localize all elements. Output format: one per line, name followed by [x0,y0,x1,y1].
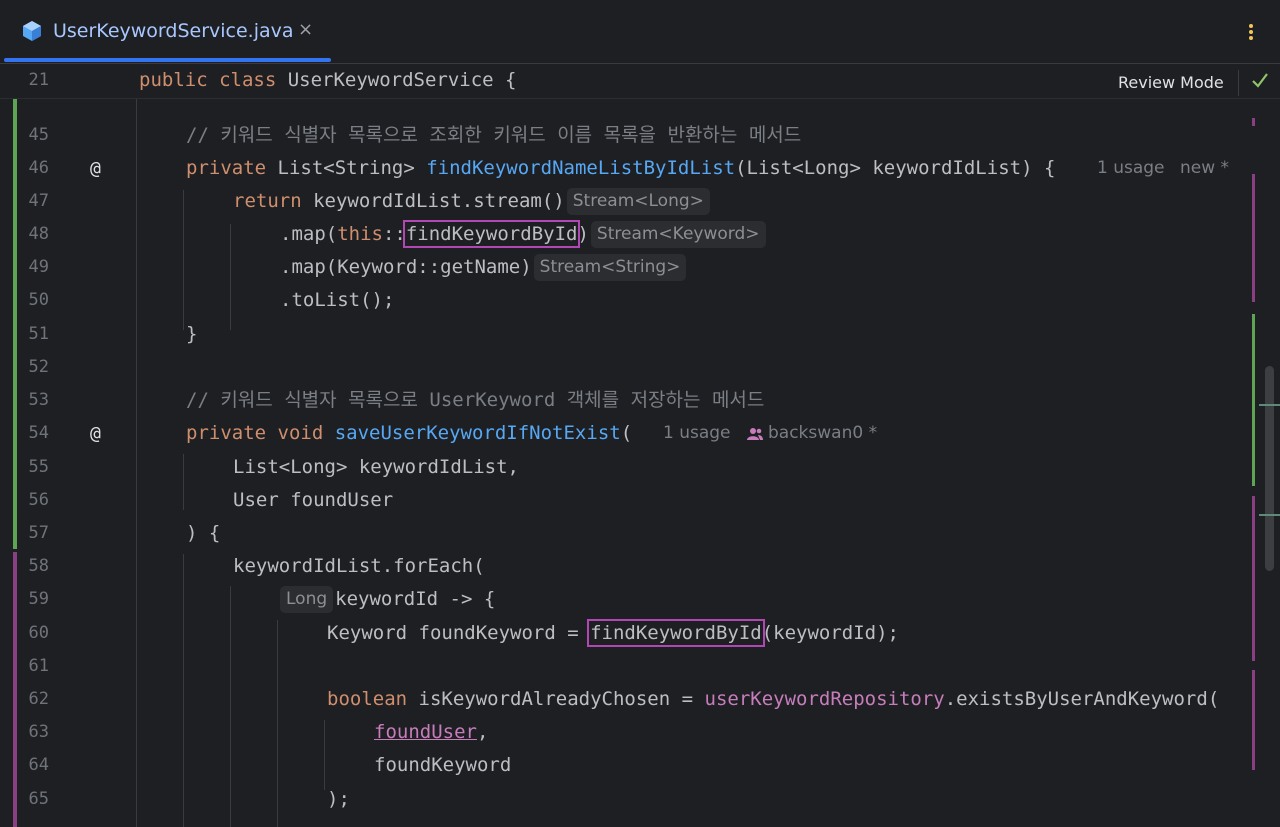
code-line: 53 // 키워드 식별자 목록으로 UserKeyword 객체를 저장하는 … [28,389,765,411]
highlighted-method-ref: findKeywordById [402,220,581,248]
code-line: 61 [28,656,49,676]
code-line: 50 .toList(); [28,289,395,311]
code-line: 60 Keyword foundKeyword = findKeywordByI… [28,619,899,647]
editor-tab-bar: UserKeywordService.java × [0,0,1280,64]
code-line: 59 Long keywordId -> { [0,583,1280,616]
type-hint: Stream<Keyword> [590,221,766,248]
code-line: 51 } [28,323,198,345]
code-line: 63 foundUser, [28,721,489,743]
code-line: 65 ); [28,788,350,810]
active-tab-indicator [4,58,331,62]
more-options-icon[interactable] [1244,22,1258,42]
author-hint[interactable]: backswan0 * [768,417,877,450]
highlighted-method-call: findKeywordById [587,619,765,647]
tab-title: UserKeywordService.java [53,20,294,42]
check-icon[interactable] [1250,70,1270,90]
override-marker[interactable]: @ [90,417,101,450]
code-line: 55 List<Long> keywordIdList, [28,456,519,478]
usage-hint[interactable]: 1 usage [663,417,731,450]
code-line: 45 // 키워드 식별자 목록으로 조회한 키워드 이름 목록을 반환하는 메… [28,124,802,146]
code-line: 62 boolean isKeywordAlreadyChosen = user… [28,688,1220,710]
code-line: 57 ) { [28,522,221,544]
type-hint: Stream<String> [533,254,687,281]
code-line: 64 foundKeyword [28,754,512,776]
code-line: 58 keywordIdList.forEach( [28,555,485,577]
code-line: 54 @ private void saveUserKeywordIfNotEx… [0,417,1280,450]
override-marker[interactable]: @ [90,152,101,185]
author-hint[interactable]: new * [1180,152,1229,185]
code-line: 56 User foundUser [28,489,394,511]
code-line: 52 [28,357,49,377]
type-hint: Stream<Long> [566,188,710,215]
toolbar-divider [1238,70,1239,96]
tab-userkeywordservice[interactable]: UserKeywordService.java × [0,0,331,63]
type-hint: Long [280,586,334,613]
code-editor[interactable]: 44 45 // 키워드 식별자 목록으로 조회한 키워드 이름 목록을 반환하… [0,64,1280,827]
java-class-icon [23,21,41,41]
sticky-class-header[interactable]: 21 public class UserKeywordService { Rev… [0,64,1280,99]
usage-hint[interactable]: 1 usage [1097,152,1165,185]
code-line: 46 @ private List<String> findKeywordNam… [0,152,1280,185]
code-line: 47 return keywordIdList.stream() Stream<L… [0,185,1280,218]
review-mode-button[interactable]: Review Mode [1118,73,1224,92]
people-icon [747,428,763,440]
code-line: 48 .map(this::findKeywordById) Stream<Key… [0,218,1280,251]
code-line: 49 .map(Keyword::getName) Stream<String> [0,251,1280,284]
close-icon[interactable]: × [298,19,313,40]
